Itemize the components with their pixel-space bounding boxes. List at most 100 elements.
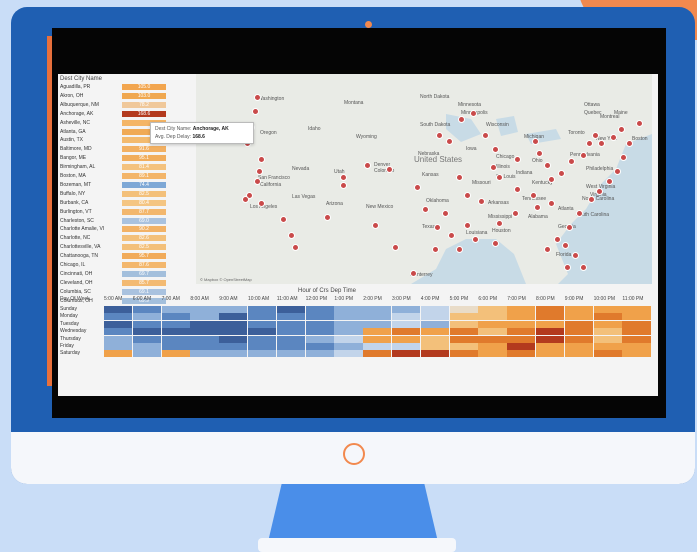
airport-marker[interactable] [458,116,465,123]
heatmap-cell[interactable] [276,343,306,350]
heatmap-cell[interactable] [132,343,162,350]
airport-marker[interactable] [596,188,603,195]
heatmap-cell[interactable] [248,328,277,336]
heatmap-cell[interactable] [305,313,334,321]
heatmap-cell[interactable] [536,328,565,336]
heatmap-cell[interactable] [507,350,536,358]
heatmap-cell[interactable] [564,343,594,350]
heatmap-cell[interactable] [507,335,536,343]
airport-marker[interactable] [414,184,421,191]
heatmap-cell[interactable] [363,335,392,343]
heatmap-cell[interactable] [536,335,565,343]
city-row[interactable]: Birmingham, AL 81.4 [58,164,190,171]
airport-marker[interactable] [618,126,625,133]
airport-marker[interactable] [492,146,499,153]
heatmap-cell[interactable] [622,350,651,358]
heatmap-cell[interactable] [248,350,277,358]
heatmap-cell[interactable] [420,343,450,350]
airport-marker[interactable] [558,170,565,177]
heatmap-cell[interactable] [478,320,507,328]
airport-marker[interactable] [568,158,575,165]
airport-marker[interactable] [606,178,613,185]
airport-marker[interactable] [536,150,543,157]
heatmap-cell[interactable] [536,313,565,321]
heatmap-cell[interactable] [564,320,594,328]
heatmap-cell[interactable] [104,350,133,358]
city-row[interactable]: Burlington, VT 87.7 [58,208,190,216]
heatmap-cell[interactable] [449,335,478,343]
heatmap-cell[interactable] [507,320,536,328]
airport-marker[interactable] [586,140,593,147]
heatmap-cell[interactable] [449,306,478,313]
heatmap-cell[interactable] [593,343,622,350]
heatmap-cell[interactable] [593,335,622,343]
heatmap-cell[interactable] [161,328,190,336]
city-row[interactable]: Buffalo, NY 82.5 [58,190,190,198]
heatmap-cell[interactable] [363,328,392,336]
airport-marker[interactable] [564,264,571,271]
heatmap-cell[interactable] [190,343,219,350]
heatmap-cell[interactable] [420,328,450,336]
airport-marker[interactable] [472,236,479,243]
heatmap-cell[interactable] [161,335,190,343]
heatmap-cell[interactable] [363,343,392,350]
heatmap-cell[interactable] [190,350,219,358]
heatmap-cell[interactable] [104,320,133,328]
airport-marker[interactable] [620,154,627,161]
heatmap-cell[interactable] [276,350,306,358]
heatmap-cell[interactable] [478,343,507,350]
heatmap-cell[interactable] [334,335,363,343]
heatmap-cell[interactable] [161,343,190,350]
heatmap-cell[interactable] [161,306,190,313]
airport-marker[interactable] [492,240,499,247]
heatmap-cell[interactable] [536,306,565,313]
heatmap-cell[interactable] [392,313,421,321]
airport-marker[interactable] [442,210,449,217]
airport-marker[interactable] [514,186,521,193]
airport-marker[interactable] [256,168,263,175]
heatmap-cell[interactable] [132,335,162,343]
airport-marker[interactable] [254,178,261,185]
heatmap-cell[interactable] [132,306,162,313]
heatmap-cell[interactable] [593,350,622,358]
heatmap-cell[interactable] [334,328,363,336]
heatmap-cell[interactable] [593,320,622,328]
heatmap-cell[interactable] [276,328,306,336]
heatmap-cell[interactable] [478,328,507,336]
heatmap-cell[interactable] [132,328,162,336]
heatmap-cell[interactable] [334,313,363,321]
airport-marker[interactable] [364,162,371,169]
heatmap-cell[interactable] [420,335,450,343]
heatmap-cell[interactable] [507,313,536,321]
heatmap-cell[interactable] [248,313,277,321]
airport-marker[interactable] [610,134,617,141]
heatmap-cell[interactable] [363,313,392,321]
airport-marker[interactable] [432,246,439,253]
heatmap-cell[interactable] [219,306,248,313]
airport-marker[interactable] [514,156,521,163]
airport-marker[interactable] [490,164,497,171]
heatmap-cell[interactable] [305,320,334,328]
airport-marker[interactable] [580,264,587,271]
airport-marker[interactable] [626,140,633,147]
airport-marker[interactable] [324,214,331,221]
heatmap-cell[interactable] [334,350,363,358]
city-row[interactable]: Burbank, CA 80.4 [58,199,190,207]
heatmap-cell[interactable] [536,350,565,358]
heatmap-cell[interactable] [248,343,277,350]
heatmap-cell[interactable] [276,335,306,343]
airport-marker[interactable] [258,200,265,207]
heatmap-cell[interactable] [305,343,334,350]
airport-marker[interactable] [280,216,287,223]
airport-marker[interactable] [576,210,583,217]
airport-marker[interactable] [470,110,477,117]
heatmap-cell[interactable] [478,335,507,343]
heatmap-cell[interactable] [219,328,248,336]
heatmap-cell[interactable] [449,313,478,321]
heatmap-cell[interactable] [564,350,594,358]
heatmap-cell[interactable] [564,335,594,343]
heatmap-cell[interactable] [276,320,306,328]
heatmap-cell[interactable] [161,320,190,328]
heatmap-cell[interactable] [334,306,363,313]
heatmap-cell[interactable] [593,306,622,313]
